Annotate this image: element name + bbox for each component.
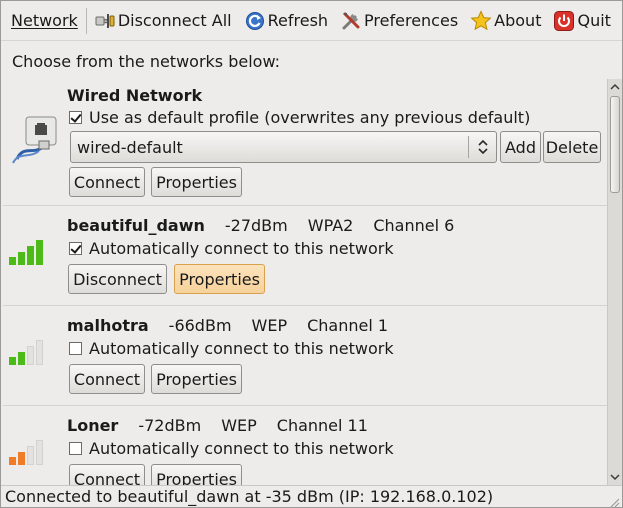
chevron-up-down-icon	[476, 138, 490, 156]
refresh-button[interactable]: Refresh	[238, 5, 334, 37]
signal-bar	[18, 252, 25, 265]
network-name: beautiful_dawn	[67, 216, 205, 235]
signal-strength-icon	[9, 240, 43, 265]
signal-bar	[27, 446, 34, 465]
network-encryption: WPA2	[307, 216, 354, 235]
connection-status-text: Connected to beautiful_dawn at -35 dBm (…	[5, 487, 494, 506]
toolbar-separator	[85, 7, 87, 34]
add-profile-button[interactable]: Add	[500, 131, 541, 163]
network-name: Loner	[67, 416, 119, 435]
network-encryption: WEP	[221, 416, 257, 435]
star-icon	[470, 9, 492, 32]
wireless-network-row: malhotra -66dBm WEP Channel 1 Automatica…	[3, 306, 607, 406]
network-properties-button[interactable]: Properties	[151, 464, 242, 485]
network-channel: Channel 6	[373, 216, 455, 235]
signal-bar	[18, 452, 25, 465]
toolbar: Network Disconnect All Refresh Preferenc…	[1, 1, 622, 41]
signal-bar	[36, 440, 43, 465]
scroll-down-arrow-icon[interactable]	[608, 470, 622, 484]
network-list: Wired Network Use as default profile (ov…	[3, 79, 607, 485]
signal-bar	[27, 346, 34, 365]
network-encryption: WEP	[251, 316, 288, 335]
wired-network-row: Wired Network Use as default profile (ov…	[3, 79, 607, 206]
default-profile-checkbox[interactable]	[69, 111, 82, 124]
quit-button[interactable]: Quit	[547, 5, 616, 37]
default-profile-label: Use as default profile (overwrites any p…	[89, 108, 531, 127]
network-properties-button[interactable]: Properties	[174, 264, 265, 294]
network-channel: Channel 1	[307, 316, 389, 335]
wicd-window: Network Disconnect All Refresh Preferenc…	[0, 0, 623, 508]
refresh-icon	[244, 10, 266, 32]
signal-strength-icon	[9, 340, 43, 365]
signal-bar	[9, 457, 16, 465]
auto-connect-checkbox[interactable]	[69, 442, 82, 455]
disconnect-button[interactable]: Disconnect	[68, 264, 167, 294]
wired-profile-value: wired-default	[77, 137, 183, 157]
auto-connect-label: Automatically connect to this network	[89, 339, 394, 358]
signal-bar	[18, 352, 25, 365]
choose-networks-heading: Choose from the networks below:	[12, 52, 281, 71]
disconnect-all-label: Disconnect All	[117, 11, 232, 30]
wired-network-icon	[9, 115, 61, 169]
network-menu-label: Network	[11, 11, 78, 30]
auto-connect-label: Automatically connect to this network	[89, 239, 394, 258]
disconnect-all-button[interactable]: Disconnect All	[88, 5, 238, 37]
vertical-scrollbar[interactable]	[607, 79, 622, 485]
auto-connect-checkbox[interactable]	[69, 342, 82, 355]
refresh-label: Refresh	[267, 11, 329, 30]
signal-strength-icon	[9, 440, 43, 465]
network-properties-button[interactable]: Properties	[151, 364, 242, 394]
network-name: malhotra	[67, 316, 149, 335]
network-signal: -27dBm	[224, 216, 288, 235]
connect-button[interactable]: Connect	[69, 364, 145, 394]
auto-connect-checkbox[interactable]	[69, 242, 82, 255]
delete-profile-button[interactable]: Delete	[543, 131, 601, 163]
network-menu[interactable]: Network	[3, 5, 86, 37]
auto-connect-label: Automatically connect to this network	[89, 439, 394, 458]
wired-network-title: Wired Network	[67, 86, 203, 105]
signal-bar	[36, 340, 43, 365]
wired-connect-button[interactable]: Connect	[69, 167, 145, 197]
plug-icon	[94, 10, 116, 32]
connect-button[interactable]: Connect	[69, 464, 145, 485]
preferences-label: Preferences	[364, 11, 459, 30]
network-signal: -72dBm	[138, 416, 202, 435]
status-bar: Connected to beautiful_dawn at -35 dBm (…	[1, 485, 622, 508]
preferences-button[interactable]: Preferences	[334, 5, 464, 37]
resize-grip-icon[interactable]	[608, 493, 620, 508]
wired-profile-select[interactable]: wired-default	[70, 131, 497, 163]
signal-bar	[36, 240, 43, 265]
quit-label: Quit	[577, 11, 611, 30]
scroll-up-arrow-icon[interactable]	[608, 80, 622, 94]
scrollbar-thumb[interactable]	[610, 96, 620, 193]
power-icon	[553, 10, 575, 32]
signal-bar	[9, 357, 16, 365]
about-label: About	[494, 11, 542, 30]
wireless-network-row: Loner -72dBm WEP Channel 11 Automaticall…	[3, 406, 607, 485]
wireless-network-row: beautiful_dawn -27dBm WPA2 Channel 6 Aut…	[3, 206, 607, 306]
tools-icon	[340, 10, 362, 32]
network-channel: Channel 11	[276, 416, 368, 435]
signal-bar	[27, 246, 34, 265]
wired-properties-button[interactable]: Properties	[151, 167, 242, 197]
network-signal: -66dBm	[168, 316, 232, 335]
signal-bar	[9, 257, 16, 265]
about-button[interactable]: About	[464, 5, 547, 37]
